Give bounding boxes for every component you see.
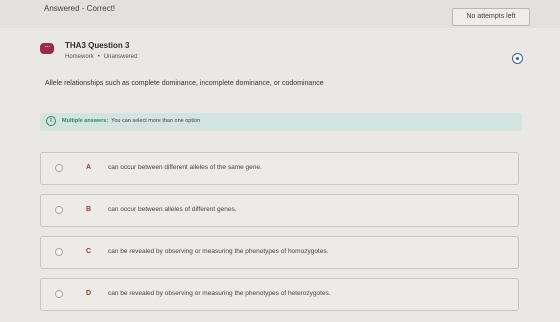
option-b[interactable]: B can occur between alleles of different… bbox=[40, 194, 519, 227]
radio-c[interactable] bbox=[55, 248, 63, 256]
radio-d[interactable] bbox=[55, 290, 63, 298]
question-prompt: Allele relationships such as complete do… bbox=[45, 80, 324, 87]
question-title: THA3 Question 3 bbox=[65, 41, 130, 50]
radio-a[interactable] bbox=[55, 164, 63, 172]
separator-dot: • bbox=[97, 54, 100, 60]
radio-b[interactable] bbox=[55, 206, 63, 214]
info-message: You can select more than one option bbox=[111, 118, 201, 124]
answer-status: Answered - Correct! bbox=[44, 4, 116, 13]
question-state: Unanswered bbox=[103, 54, 138, 60]
info-bar: i Multiple answers: You can select more t… bbox=[40, 113, 522, 131]
option-text: can be revealed by observing or measurin… bbox=[108, 290, 331, 297]
flag-icon[interactable] bbox=[512, 53, 523, 64]
attempts-button[interactable]: No attempts left bbox=[452, 8, 530, 26]
chat-bubble-icon: ··· bbox=[40, 43, 54, 54]
option-letter: B bbox=[86, 206, 92, 213]
option-letter: D bbox=[86, 290, 92, 297]
info-icon: i bbox=[46, 116, 56, 126]
option-a[interactable]: A can occur between different alleles of… bbox=[40, 152, 519, 185]
option-letter: A bbox=[86, 164, 92, 171]
option-d[interactable]: D can be revealed by observing or measur… bbox=[40, 278, 519, 311]
question-category: Homework bbox=[65, 54, 94, 60]
info-label: Multiple answers: bbox=[62, 118, 109, 124]
info-text: Multiple answers: You can select more tha… bbox=[62, 118, 200, 124]
question-meta: Homework • Unanswered bbox=[65, 54, 137, 60]
option-text: can be revealed by observing or measurin… bbox=[108, 248, 329, 255]
option-c[interactable]: C can be revealed by observing or measur… bbox=[40, 236, 519, 269]
option-text: can occur between alleles of different g… bbox=[108, 206, 237, 213]
option-text: can occur between different alleles of t… bbox=[108, 164, 262, 171]
top-bar: Answered - Correct! No attempts left bbox=[0, 0, 560, 28]
option-letter: C bbox=[86, 248, 92, 255]
